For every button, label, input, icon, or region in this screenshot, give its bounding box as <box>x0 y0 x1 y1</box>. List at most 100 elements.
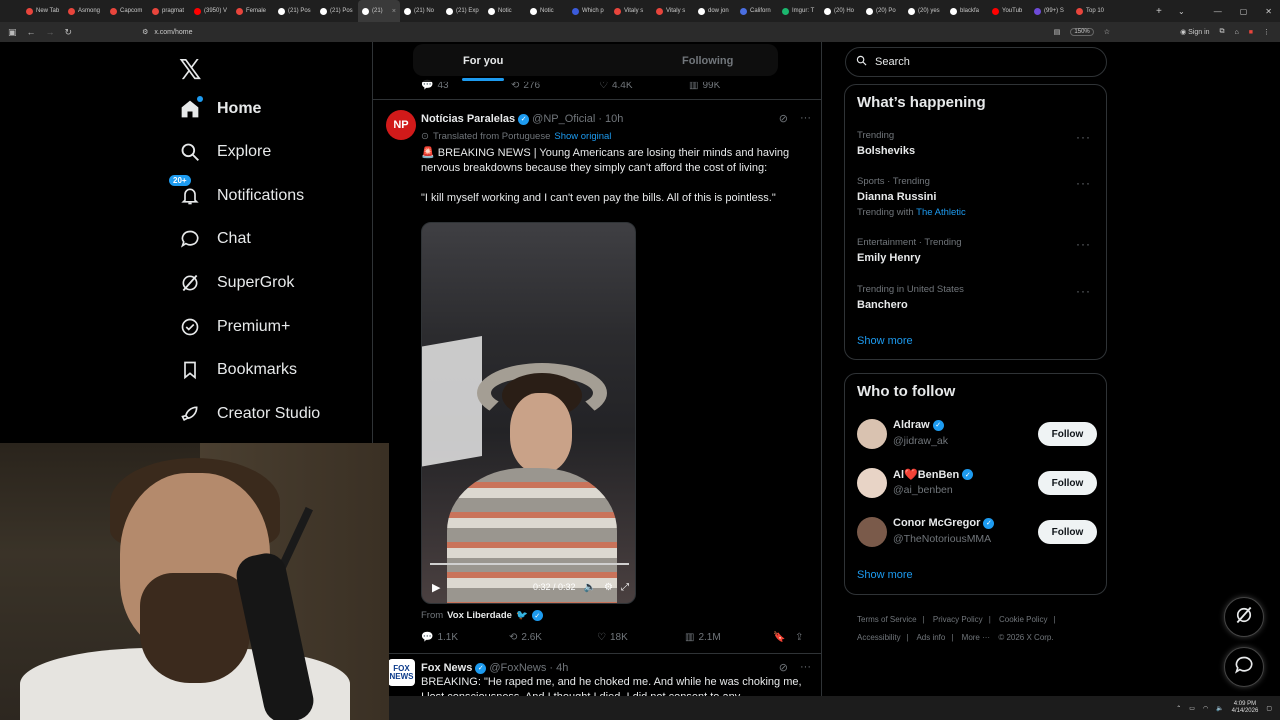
tab-for-you[interactable]: For you <box>463 55 503 67</box>
tab-search-icon[interactable]: ⌄ <box>1178 0 1185 22</box>
more-options-icon[interactable]: ··· <box>800 112 811 125</box>
browser-tab[interactable]: (20) Po <box>862 0 904 22</box>
search-bar[interactable]: Search <box>845 47 1107 77</box>
trend-item[interactable]: Trending in United States Banchero ··· <box>857 284 1097 311</box>
avatar[interactable] <box>857 419 887 449</box>
wifi-icon[interactable]: ◠ <box>1203 705 1208 712</box>
footer-link[interactable]: Cookie Policy <box>999 615 1047 624</box>
browser-tab[interactable]: Notic <box>526 0 568 22</box>
browser-tab[interactable]: Vitaly s <box>610 0 652 22</box>
play-icon[interactable]: ▶ <box>432 581 440 594</box>
follow-suggestion[interactable]: Conor McGregor ✓ @TheNotoriousMMA Follow <box>857 515 1097 549</box>
browser-tab[interactable]: Californ <box>736 0 778 22</box>
more-options-icon[interactable]: ··· <box>800 661 811 674</box>
volume-icon[interactable]: 🔈 <box>1216 705 1223 712</box>
trend-item[interactable]: Entertainment · Trending Emily Henry ··· <box>857 237 1097 264</box>
grok-explain-icon[interactable]: ⊘ <box>779 112 788 125</box>
footer-link[interactable]: Ads info <box>916 633 945 642</box>
url-field[interactable]: ⚙ x.com/home <box>142 28 192 37</box>
browser-tab[interactable]: (21) Pos <box>316 0 358 22</box>
video-progress-bar[interactable] <box>430 563 629 565</box>
browser-tab[interactable]: (21) No <box>400 0 442 22</box>
author-handle[interactable]: @FoxNews <box>489 662 546 674</box>
author-name[interactable]: Fox News <box>421 662 472 674</box>
follow-button[interactable]: Follow <box>1038 471 1097 495</box>
nav-bookmarks[interactable]: Bookmarks <box>179 357 297 383</box>
nav-notifications[interactable]: 20+ Notifications <box>169 175 304 209</box>
browser-tab[interactable]: (21) × <box>358 0 400 22</box>
reload-icon[interactable]: ↻ <box>65 27 73 38</box>
collections-icon[interactable]: ⌂ <box>1235 29 1239 36</box>
extensions-icon[interactable]: ⧉ <box>1220 28 1225 36</box>
suggestion-name[interactable]: Conor McGregor <box>893 517 980 529</box>
trends-show-more-link[interactable]: Show more <box>857 335 913 347</box>
site-info-icon[interactable]: ⚙ <box>142 28 148 36</box>
profile-icon[interactable]: ■ <box>1249 29 1253 36</box>
browser-tab[interactable]: dow jon <box>694 0 736 22</box>
back-icon[interactable]: ← <box>27 27 36 38</box>
zoom-indicator[interactable]: 150% <box>1070 28 1094 36</box>
trend-item[interactable]: Trending Bolsheviks ··· <box>857 130 1097 157</box>
source-account[interactable]: Vox Liberdade <box>447 610 512 621</box>
menu-icon[interactable]: ⋮ <box>1263 28 1270 36</box>
like-button[interactable]: ♡ 18K <box>597 632 628 643</box>
volume-icon[interactable]: 🔈 <box>584 582 596 593</box>
post-time[interactable]: · 10h <box>598 113 623 125</box>
browser-tab[interactable]: (20) Ho <box>820 0 862 22</box>
browser-tab[interactable]: Asmong <box>64 0 106 22</box>
footer-link[interactable]: More ··· <box>962 633 990 642</box>
browser-tab[interactable]: (21) Pos <box>274 0 316 22</box>
browser-tab[interactable]: Top 10 <box>1072 0 1114 22</box>
suggestion-handle[interactable]: @ai_benben <box>893 484 953 496</box>
maximize-icon[interactable]: ▢ <box>1240 7 1248 16</box>
avatar[interactable] <box>857 517 887 547</box>
author-name[interactable]: Notícias Paralelas <box>421 113 515 125</box>
trend-item[interactable]: Sports · Trending Dianna Russini Trendin… <box>857 176 1097 218</box>
follow-button[interactable]: Follow <box>1038 422 1097 446</box>
grok-explain-icon[interactable]: ⊘ <box>779 661 788 674</box>
tab-close-icon[interactable]: × <box>392 8 396 15</box>
browser-tab[interactable]: blackfa <box>946 0 988 22</box>
browser-tab[interactable]: (20) yes <box>904 0 946 22</box>
reply-button[interactable]: 💬 1.1K <box>421 632 458 643</box>
suggestion-name[interactable]: Al❤️BenBen <box>893 468 959 481</box>
x-logo[interactable]: 𝕏 <box>179 53 202 86</box>
author-handle[interactable]: @NP_Oficial <box>532 113 595 125</box>
browser-tab[interactable]: pragmat <box>148 0 190 22</box>
browser-tab[interactable]: (99+) S <box>1030 0 1072 22</box>
fullscreen-icon[interactable]: ⤢ <box>621 582 629 593</box>
suggestion-handle[interactable]: @TheNotoriousMMA <box>893 533 991 545</box>
system-clock[interactable]: 4:09 PM 4/14/2026 <box>1232 701 1259 715</box>
settings-icon[interactable]: ⚙ <box>604 582 613 593</box>
follow-show-more-link[interactable]: Show more <box>857 569 913 581</box>
more-options-icon[interactable]: ··· <box>1076 284 1091 298</box>
avatar[interactable]: FOX NEWS <box>388 659 415 686</box>
browser-tab[interactable]: Capcom <box>106 0 148 22</box>
sidebar-toggle-icon[interactable]: ▣ <box>8 27 17 38</box>
tray-chevron-icon[interactable]: ⌃ <box>1176 705 1181 712</box>
bookmark-button[interactable]: 🔖 <box>773 632 785 643</box>
browser-tab[interactable]: (21) Exp <box>442 0 484 22</box>
new-tab-button[interactable]: + <box>1156 0 1162 22</box>
minimize-icon[interactable]: — <box>1214 7 1222 16</box>
views-button[interactable]: ▥ 2.1M <box>685 632 721 643</box>
show-original-link[interactable]: Show original <box>554 131 611 142</box>
grok-fab[interactable] <box>1224 597 1264 637</box>
favorite-star-icon[interactable]: ☆ <box>1104 28 1110 36</box>
close-window-icon[interactable]: ✕ <box>1265 7 1272 16</box>
nav-creator-studio[interactable]: Creator Studio <box>179 401 320 427</box>
suggestion-name[interactable]: Aldraw <box>893 419 930 431</box>
more-options-icon[interactable]: ··· <box>1076 176 1091 190</box>
browser-tab[interactable]: YouTub <box>988 0 1030 22</box>
browser-tab[interactable]: Vitaly s <box>652 0 694 22</box>
browser-tab[interactable]: (3950) V <box>190 0 232 22</box>
post-time[interactable]: · 4h <box>549 662 568 674</box>
signin-button[interactable]: ◉ Sign in <box>1180 28 1209 36</box>
notification-center-icon[interactable]: ▢ <box>1266 705 1272 712</box>
browser-tab[interactable]: Imgur: T <box>778 0 820 22</box>
footer-link[interactable]: Terms of Service <box>857 615 917 624</box>
nav-home[interactable]: Home <box>179 96 261 122</box>
browser-tab[interactable]: Female <box>232 0 274 22</box>
chat-fab[interactable] <box>1224 647 1264 687</box>
nav-chat[interactable]: Chat <box>179 226 251 252</box>
